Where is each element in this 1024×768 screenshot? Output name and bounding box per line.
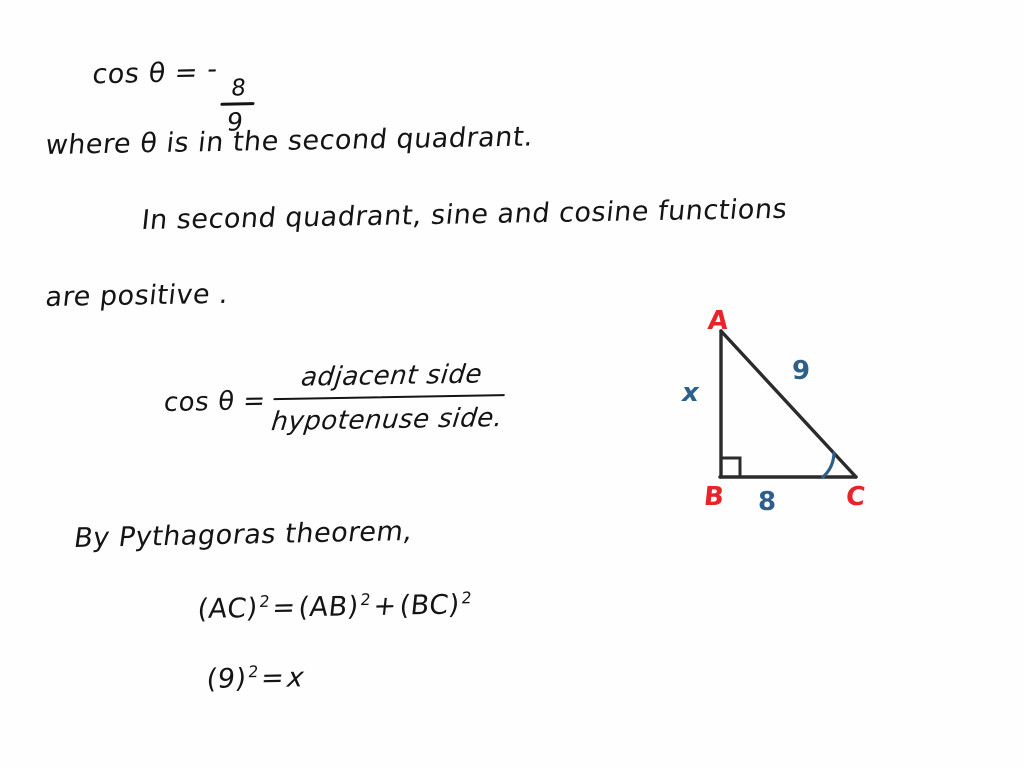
- are-positive-line: are positive .: [44, 278, 230, 313]
- eq1-exp-ab: 2: [359, 589, 373, 610]
- right-triangle-diagram: A B C x 9 8: [650, 290, 920, 530]
- eq1-exp-ac: 2: [258, 591, 272, 611]
- angle-arc-at-c: [821, 451, 836, 479]
- side-label-nine: 9: [792, 356, 811, 386]
- right-angle-marker: [721, 456, 742, 477]
- triangle-side-ac: [719, 329, 858, 479]
- cos-definition-lhs: cos θ =: [162, 386, 268, 419]
- eq1-equals: =: [270, 592, 298, 624]
- eq2-exp-nine: 2: [247, 662, 260, 682]
- eq1-term-bc: (BC): [398, 589, 462, 622]
- handwritten-solution-page: cos θ = -89 where θ is in the second qua…: [0, 0, 1024, 768]
- side-label-x: x: [682, 378, 699, 408]
- negative-sign: -: [205, 53, 220, 86]
- vertex-label-c: C: [844, 482, 867, 512]
- cos-theta-lhs: cos θ =: [90, 57, 200, 91]
- cos-definition-fraction: adjacent side hypotenuse side.: [270, 360, 509, 438]
- fraction-numerator: 8: [229, 75, 248, 102]
- hypotenuse-side-text: hypotenuse side.: [269, 403, 505, 438]
- vertex-label-b: B: [702, 482, 726, 512]
- pythagoras-equation-substituted: (9)2=x: [205, 661, 306, 695]
- eq2-term-nine: (9): [205, 663, 249, 695]
- cos-theta-value-line: cos θ = -89: [86, 53, 259, 136]
- eq1-exp-bc: 2: [460, 588, 474, 608]
- eq1-term-ab: (AB): [296, 591, 361, 624]
- second-quadrant-line: In second quadrant, sine and cosine func…: [140, 193, 789, 236]
- eq1-plus: +: [371, 590, 399, 622]
- eq2-equals: =: [259, 662, 286, 695]
- triangle-svg: [718, 329, 858, 479]
- pythagoras-equation-general: (AC)2=(AB)2+(BC)2: [196, 588, 473, 625]
- eq1-term-ac: (AC): [196, 592, 260, 625]
- eq2-term-x: x: [285, 662, 306, 694]
- cos-definition-line: cos θ = adjacent side hypotenuse side.: [160, 360, 509, 440]
- adjacent-side-text: adjacent side: [299, 359, 484, 393]
- pythagoras-intro-line: By Pythagoras theorem,: [72, 515, 415, 554]
- side-label-eight: 8: [758, 487, 777, 517]
- vertex-label-a: A: [706, 306, 730, 336]
